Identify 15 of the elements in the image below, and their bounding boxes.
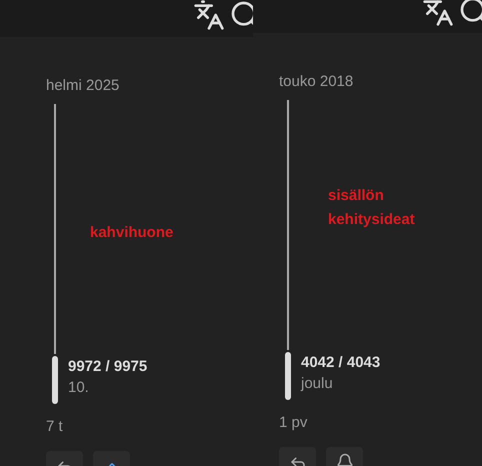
current-date: 10.	[68, 379, 90, 396]
annotation-text: kahvihuone	[90, 223, 174, 243]
post-count: 9972 / 9975	[68, 358, 148, 375]
bell-icon	[336, 453, 354, 466]
last-post-age[interactable]: 1 pv	[279, 414, 482, 431]
timeline-start-date[interactable]: helmi 2025	[46, 77, 253, 94]
current-date: joulu	[301, 375, 334, 392]
last-post-age[interactable]: 7 t	[46, 418, 253, 435]
post-count: 4042 / 4043	[301, 354, 380, 371]
timeline-handle[interactable]	[52, 356, 58, 404]
timeline-start-date[interactable]: touko 2018	[279, 73, 482, 90]
timeline-handle[interactable]	[285, 352, 291, 400]
translate-icon[interactable]	[193, 0, 225, 31]
annotation-text: sisällön kehitysideat	[328, 186, 415, 230]
translate-icon[interactable]	[422, 0, 454, 27]
